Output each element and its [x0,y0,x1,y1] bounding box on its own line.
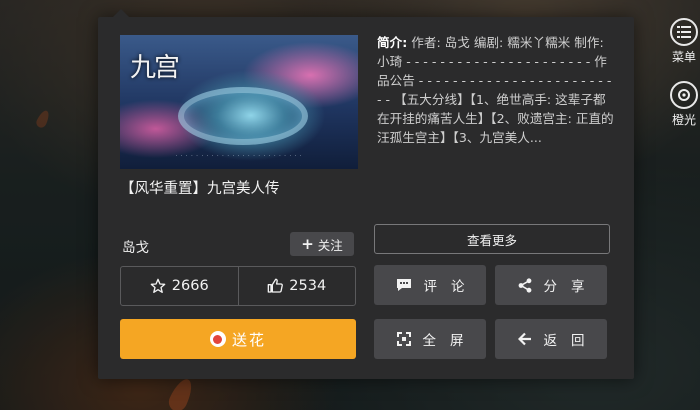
side-menu-label: 菜单 [671,50,696,64]
description-label: 简介: [377,35,408,50]
poster-logo: 九宫 [130,53,180,83]
back-label: 返回 [543,333,599,349]
share-icon [518,277,531,293]
comment-button[interactable]: 评论 [374,265,486,305]
menu-list-icon [670,18,698,46]
fullscreen-label: 全屏 [422,333,478,349]
poster-credits: · · · · · · · · · · · · · · · · · · · · … [175,153,303,159]
send-flower-label: 送花 [231,330,266,349]
favorite-count: 2666 [171,278,209,294]
thumbs-up-icon [267,278,284,293]
description-text: 作者: 岛戈 编剧: 糯米丫糯米 制作: 小琦 - - - - - - - - … [377,35,614,145]
side-menu-item-orange-light[interactable]: 橙光 [664,81,700,128]
back-button[interactable]: 返回 [495,319,607,359]
favorite-button[interactable]: 2666 [121,267,238,305]
like-button[interactable]: 2534 [237,267,356,305]
like-count: 2534 [289,278,327,294]
view-more-button[interactable]: 查看更多 [374,224,610,254]
side-menu: 菜单 橙光 [664,18,700,144]
arrow-left-icon [517,332,531,346]
plus-icon: + [301,235,314,253]
fullscreen-icon [396,332,411,346]
flower-icon [209,331,226,347]
side-menu-label: 橙光 [671,113,696,127]
work-title: 【风华重置】九宫美人传 [120,181,280,197]
work-poster[interactable]: 九宫 · · · · · · · · · · · · · · · · · · ·… [120,35,358,169]
falling-leaf [34,108,52,130]
share-label: 分享 [543,279,599,295]
share-button[interactable]: 分享 [495,265,607,305]
work-detail-panel: 九宫 · · · · · · · · · · · · · · · · · · ·… [98,9,634,379]
follow-button[interactable]: + 关注 [290,232,354,256]
orange-light-logo-icon [670,81,698,109]
author-name[interactable]: 岛戈 [122,236,149,256]
follow-label: 关注 [317,237,343,253]
comment-icon [396,279,411,291]
stats-bar: 2666 2534 [120,266,356,306]
fullscreen-button[interactable]: 全屏 [374,319,486,359]
falling-leaf [165,375,197,410]
send-flower-button[interactable]: 送花 [120,319,356,359]
comment-label: 评论 [423,279,479,295]
star-icon [150,278,166,293]
work-description: 简介: 作者: 岛戈 编剧: 糯米丫糯米 制作: 小琦 - - - - - - … [377,33,615,185]
side-menu-item-menu[interactable]: 菜单 [664,18,700,65]
poster-artwork [178,87,308,145]
